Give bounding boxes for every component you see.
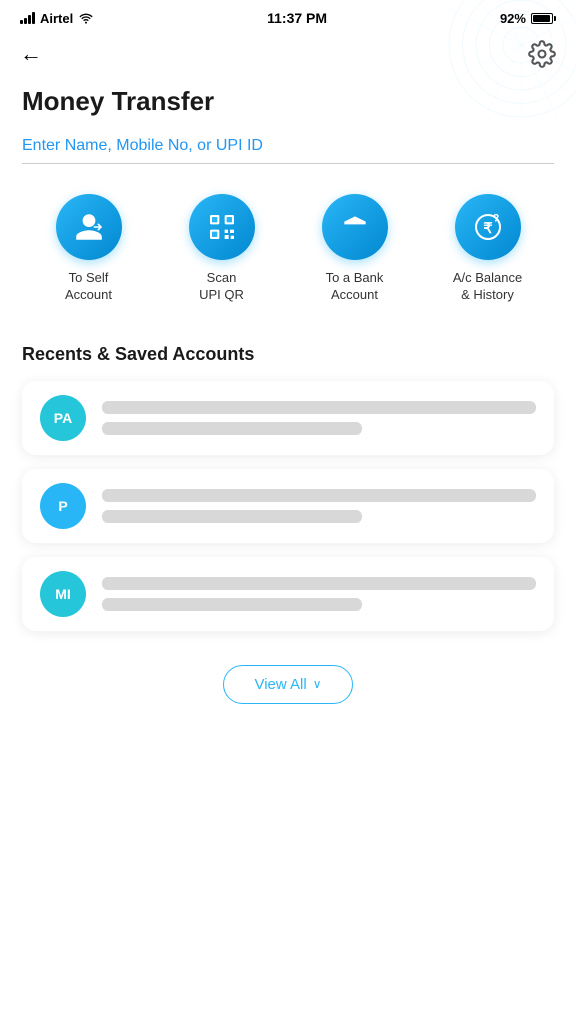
bank-account-label: To a BankAccount [326,270,384,304]
qr-scan-icon [206,211,238,243]
action-self-account[interactable]: To SelfAccount [39,194,139,304]
back-button[interactable]: ← [20,43,42,65]
page-title: Money Transfer [22,80,554,117]
battery-icon [531,13,556,24]
balance-label: A/c Balance& History [453,270,522,304]
balance-icon-circle: ₹ ? [455,194,521,260]
person-transfer-icon [73,211,105,243]
svg-text:?: ? [492,213,499,225]
settings-icon[interactable] [528,40,556,68]
chevron-down-icon: ∨ [313,677,322,691]
top-nav: ← [0,32,576,80]
view-all-button[interactable]: View All ∨ [223,665,352,704]
status-left: Airtel [20,11,94,26]
avatar-pa: PA [40,395,86,441]
recent-item-details [102,401,536,435]
self-account-icon-circle [56,194,122,260]
bank-icon-circle [322,194,388,260]
placeholder-name [102,489,536,502]
search-input[interactable] [22,137,554,155]
main-content: Money Transfer To SelfAccount [0,80,576,734]
recent-item[interactable]: P [22,469,554,543]
recent-item-details [102,577,536,611]
status-bar: Airtel 11:37 PM 92% [0,0,576,32]
action-balance[interactable]: ₹ ? A/c Balance& History [438,194,538,304]
view-all-label: View All [254,676,306,693]
signal-icon [20,12,35,24]
scan-upi-icon-circle [189,194,255,260]
wifi-icon [78,12,94,24]
recent-item[interactable]: PA [22,381,554,455]
recent-item-details [102,489,536,523]
search-container [22,137,554,164]
placeholder-name [102,401,536,414]
status-time: 11:37 PM [267,10,327,26]
carrier-label: Airtel [40,11,73,26]
scan-upi-label: ScanUPI QR [199,270,244,304]
avatar-p: P [40,483,86,529]
avatar-mi: MI [40,571,86,617]
placeholder-detail [102,510,362,523]
status-right: 92% [500,11,556,26]
view-all-container: View All ∨ [22,645,554,734]
rupee-balance-icon: ₹ ? [472,211,504,243]
placeholder-detail [102,422,362,435]
bank-icon [339,211,371,243]
battery-percent-label: 92% [500,11,526,26]
placeholder-name [102,577,536,590]
quick-actions: To SelfAccount ScanUPI QR [22,194,554,304]
self-account-label: To SelfAccount [65,270,112,304]
recent-item[interactable]: MI [22,557,554,631]
recents-title: Recents & Saved Accounts [22,344,554,365]
placeholder-detail [102,598,362,611]
action-scan-upi[interactable]: ScanUPI QR [172,194,272,304]
action-bank-account[interactable]: To a BankAccount [305,194,405,304]
